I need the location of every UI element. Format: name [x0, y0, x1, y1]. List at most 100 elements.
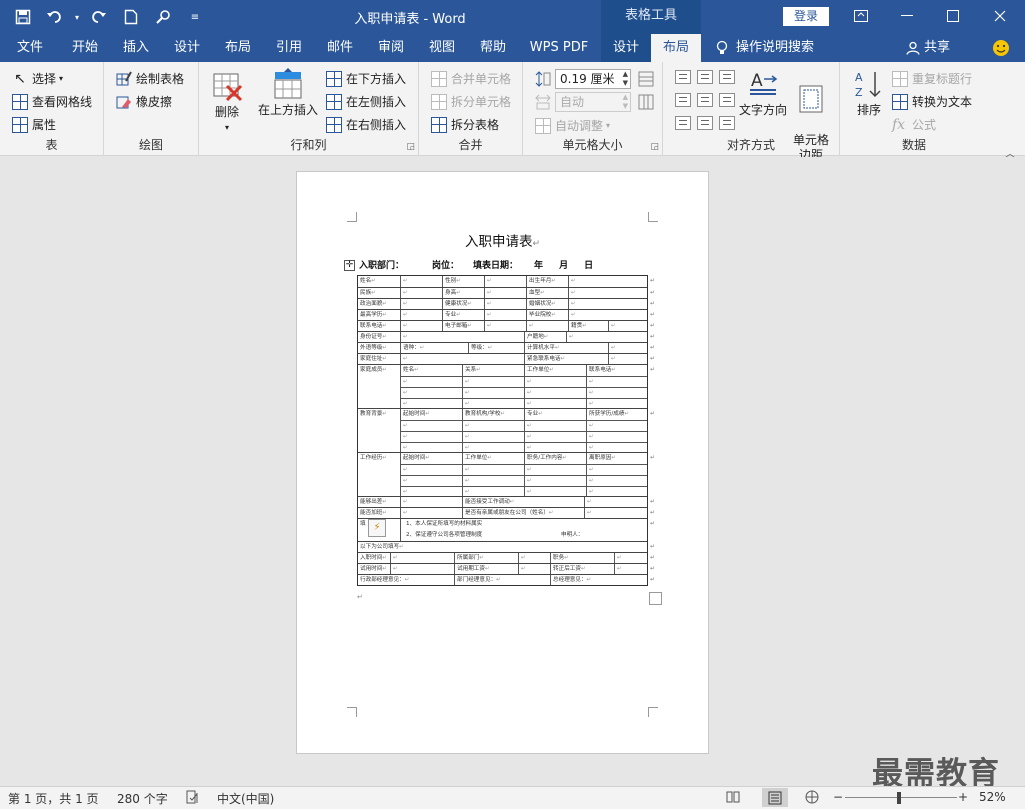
table-cell[interactable]: 身高↵: [442, 288, 484, 298]
table-cell[interactable]: ↵: [584, 508, 647, 518]
table-cell[interactable]: ↵: [400, 288, 442, 298]
view-gridlines-button[interactable]: 查看网格线: [12, 93, 92, 110]
table-sub-row[interactable]: ↵: [587, 387, 647, 398]
table-sub-row[interactable]: ↵: [401, 387, 462, 398]
table-cell[interactable]: 专业↵ ↵ ↵ ↵: [524, 409, 586, 452]
table-cell[interactable]: ↵: [608, 343, 647, 353]
table-resize-handle[interactable]: [649, 592, 662, 605]
merge-cells-button[interactable]: 合并单元格: [431, 70, 511, 87]
table-sub-row[interactable]: ↵: [401, 475, 462, 486]
table-sub-row[interactable]: ↵: [587, 475, 647, 486]
table-cell[interactable]: 起始时间↵ ↵ ↵ ↵: [400, 409, 462, 452]
table-sub-row[interactable]: ↵: [525, 475, 586, 486]
table-sub-row[interactable]: ↵: [401, 431, 462, 442]
table-cell[interactable]: 起始时间↵ ↵ ↵ ↵: [400, 453, 462, 496]
table-cell[interactable]: 联系电话↵: [358, 321, 400, 331]
table-cell[interactable]: 户籍地↵: [524, 332, 566, 342]
tab-design[interactable]: 设计: [165, 34, 209, 62]
table-cell[interactable]: 专业↵: [442, 310, 484, 320]
table-sub-row[interactable]: ↵: [525, 376, 586, 387]
table-cell[interactable]: 婚姻状况↵: [526, 299, 568, 309]
table-cell[interactable]: 行政部经理意见：↵: [358, 575, 454, 585]
table-sub-row[interactable]: ↵: [525, 442, 586, 452]
table-cell[interactable]: ↵: [484, 288, 526, 298]
column-width-input[interactable]: 自动 ▲ ▼: [555, 92, 631, 112]
table-cell[interactable]: 1、本人保证所填写的材料属实 2、保证遵守公司各项管理制度 申明人：: [400, 519, 647, 541]
table-cell[interactable]: 所属部门↵: [454, 553, 518, 563]
table-cell[interactable]: ↵: [390, 553, 454, 563]
table-cell[interactable]: 工作经历↵: [358, 453, 400, 496]
table-cell[interactable]: 籍贯↵: [568, 321, 608, 331]
table-cell[interactable]: 教育机构/学校↵ ↵ ↵ ↵: [462, 409, 524, 452]
table-sub-row[interactable]: ↵: [401, 464, 462, 475]
table-sub-row[interactable]: ↵: [463, 486, 524, 496]
table-cell[interactable]: 转正后工资↵: [550, 564, 614, 574]
table-sub-row[interactable]: ↵: [587, 464, 647, 475]
table-cell[interactable]: 毕业院校↵: [526, 310, 568, 320]
search-icon[interactable]: [148, 6, 178, 28]
table-cell[interactable]: 关系↵ ↵ ↵ ↵: [462, 365, 524, 408]
tab-layout[interactable]: 布局: [216, 34, 260, 62]
delete-button[interactable]: 删除 ▾: [207, 70, 247, 135]
distribute-rows-icon[interactable]: [638, 71, 654, 87]
table-cell[interactable]: 工作单位↵ ↵ ↵ ↵: [462, 453, 524, 496]
table-cell[interactable]: 语种：↵: [400, 343, 468, 353]
web-layout-icon[interactable]: [805, 790, 819, 807]
zoom-out-icon[interactable]: −: [833, 790, 843, 804]
table-cell[interactable]: 电子邮箱↵: [442, 321, 484, 331]
table-cell[interactable]: ↵: [400, 508, 462, 518]
rows-columns-launcher-icon[interactable]: ◲: [406, 142, 415, 152]
table-sub-row[interactable]: ↵: [463, 398, 524, 408]
table-sub-row[interactable]: ↵: [463, 376, 524, 387]
formula-button[interactable]: fx 公式: [892, 116, 936, 133]
share-button[interactable]: 共享: [906, 34, 958, 62]
language[interactable]: 中文(中国): [217, 790, 274, 807]
tell-me-search[interactable]: 操作说明搜索: [716, 34, 826, 62]
row-height-input[interactable]: 0.19 厘米 ▲ ▼: [555, 69, 631, 89]
autofit-button[interactable]: 自动调整 ▾: [535, 117, 610, 134]
zoom-slider[interactable]: [845, 797, 957, 798]
table-sub-row[interactable]: ↵: [587, 486, 647, 496]
table-cell[interactable]: ↵: [608, 354, 647, 364]
table-cell[interactable]: 血型↵: [526, 288, 568, 298]
save-icon[interactable]: [8, 6, 38, 28]
table-sub-row[interactable]: ↵: [525, 464, 586, 475]
tab-table-layout[interactable]: 布局: [651, 34, 701, 62]
login-button[interactable]: 登录: [783, 7, 829, 26]
table-cell[interactable]: ↵: [400, 497, 462, 507]
table-cell[interactable]: ↵: [484, 276, 526, 287]
table-cell[interactable]: 性别↵: [442, 276, 484, 287]
table-sub-row[interactable]: ↵: [525, 486, 586, 496]
read-mode-icon[interactable]: [726, 790, 740, 807]
table-cell[interactable]: 姓名↵: [358, 276, 400, 287]
table-cell[interactable]: 最高学历↵: [358, 310, 400, 320]
customize-qat-icon[interactable]: ≡: [180, 6, 210, 28]
close-icon[interactable]: [977, 0, 1023, 32]
table-cell[interactable]: 教育背景↵: [358, 409, 400, 452]
table-cell[interactable]: 职务/工作内容↵ ↵ ↵ ↵: [524, 453, 586, 496]
table-cell[interactable]: ↵: [400, 321, 442, 331]
insert-below-button[interactable]: 在下方插入: [326, 70, 406, 87]
tab-file[interactable]: 文件: [8, 34, 52, 62]
table-cell[interactable]: 部门经理意见：↵: [454, 575, 550, 585]
insert-left-button[interactable]: 在左侧插入: [326, 93, 406, 110]
table-cell[interactable]: ↵: [400, 332, 524, 342]
table-cell[interactable]: ↵: [390, 564, 454, 574]
table-cell[interactable]: ↵: [568, 276, 605, 287]
properties-button[interactable]: 属性: [12, 116, 56, 133]
table-cell[interactable]: ↵: [608, 321, 647, 331]
table-cell[interactable]: 等级：↵: [468, 343, 524, 353]
page-count[interactable]: 第 1 页，共 1 页: [8, 790, 99, 807]
table-move-handle-icon[interactable]: ✛: [344, 260, 355, 271]
table-cell[interactable]: 姓名↵ ↵ ↵ ↵: [400, 365, 462, 408]
align-middle-center-icon[interactable]: [697, 93, 713, 107]
table-sub-row[interactable]: ↵: [401, 420, 462, 431]
table-sub-row[interactable]: ↵: [463, 442, 524, 452]
align-top-center-icon[interactable]: [697, 70, 713, 84]
table-cell[interactable]: ↵: [484, 310, 526, 320]
table-sub-row[interactable]: ↵: [587, 420, 647, 431]
new-document-icon[interactable]: [116, 6, 146, 28]
table-cell[interactable]: ↵: [400, 276, 442, 287]
application-form-table[interactable]: 姓名↵ ↵ 性别↵ ↵ 出生年月↵ ↵ ↵ 民族↵ ↵ 身高↵ ↵ 血型↵ ↵ ↵ 政治面貌↵ ↵ 健康状况↵ ↵…: [357, 275, 655, 586]
table-cell[interactable]: 工作单位↵ ↵ ↵ ↵: [524, 365, 586, 408]
